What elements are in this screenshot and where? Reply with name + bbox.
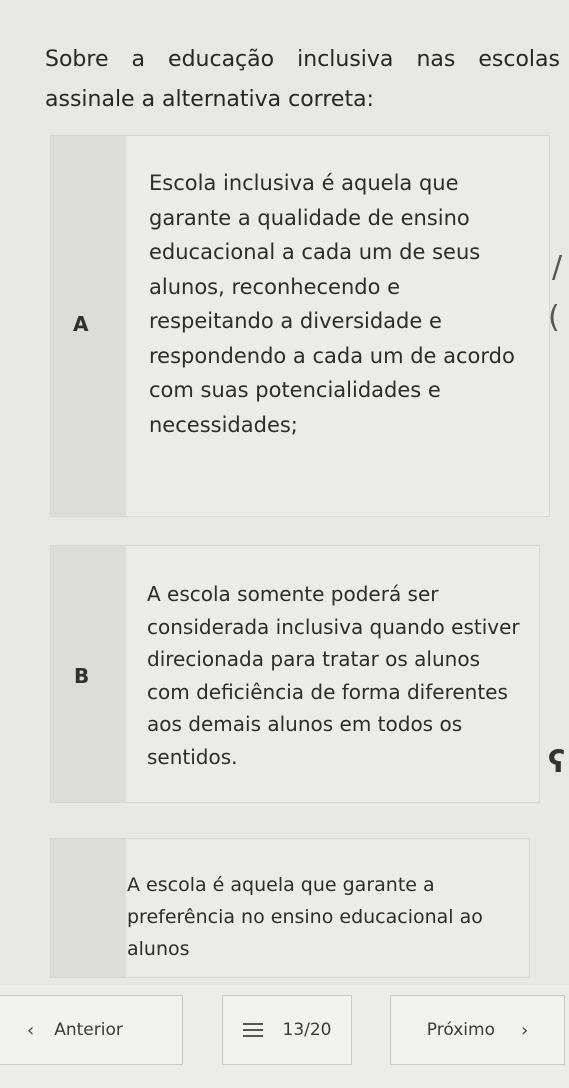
option-text: Escola inclusiva é aquela que garante a … [149, 171, 515, 437]
chevron-left-icon: ‹ [27, 1019, 35, 1041]
list-icon [242, 1019, 263, 1041]
cropped-mark-3: ʕ [548, 745, 566, 780]
option-text: A escola somente poderá ser considerada … [147, 582, 520, 769]
previous-button[interactable]: ‹ Anterior [0, 995, 183, 1065]
question-text: Sobre a educação inclusiva nas escolas a… [45, 47, 560, 112]
option-b[interactable]: B A escola somente poderá ser considerad… [50, 545, 540, 803]
next-label: Próximo [426, 1020, 495, 1040]
chevron-right-icon: › [521, 1019, 529, 1041]
previous-label: Anterior [54, 1020, 123, 1040]
option-letter-column [51, 839, 126, 977]
next-button[interactable]: Próximo › [390, 995, 565, 1065]
option-letter-column [51, 136, 126, 516]
option-letter: B [74, 664, 90, 688]
question-counter: 13/20 [282, 1020, 332, 1040]
question-counter-button[interactable]: 13/20 [222, 995, 352, 1065]
option-c[interactable]: A escola é aquela que garante a preferên… [50, 838, 530, 978]
option-text: A escola é aquela que garante a preferên… [127, 874, 483, 960]
bottom-navigation: ‹ Anterior 13/20 Próximo › [0, 985, 569, 1088]
option-letter: A [73, 312, 89, 336]
option-a[interactable]: A Escola inclusiva é aquela que garante … [50, 135, 550, 517]
cropped-mark-1: / [552, 250, 563, 285]
cropped-mark-2: ( [548, 300, 560, 335]
